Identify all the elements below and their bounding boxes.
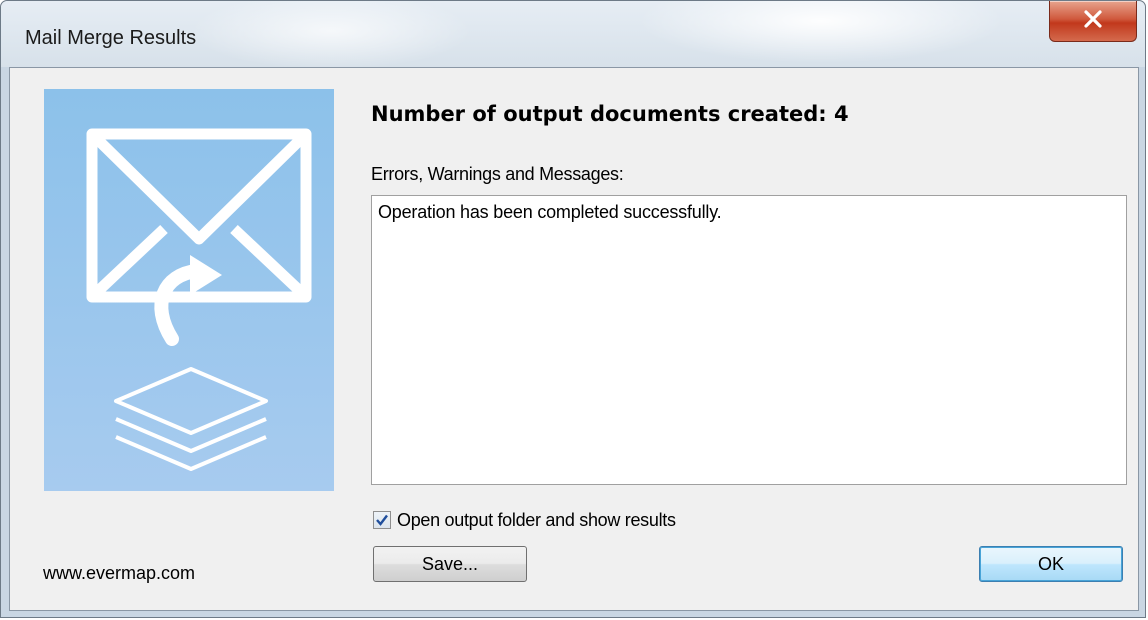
close-button[interactable] bbox=[1049, 1, 1137, 42]
title-bar[interactable]: Mail Merge Results bbox=[1, 1, 1145, 67]
ok-button[interactable]: OK bbox=[979, 546, 1123, 582]
open-folder-label[interactable]: Open output folder and show results bbox=[397, 510, 676, 531]
documents-created-heading: Number of output documents created: 4 bbox=[371, 102, 849, 126]
messages-text: Operation has been completed successfull… bbox=[378, 202, 722, 222]
mail-merge-results-window: Mail Merge Results Number of output docu… bbox=[0, 0, 1146, 618]
open-folder-option[interactable]: Open output folder and show results bbox=[373, 509, 676, 531]
save-button[interactable]: Save... bbox=[373, 546, 527, 582]
side-illustration bbox=[44, 89, 334, 491]
layers-icon bbox=[114, 367, 268, 471]
website-link: www.evermap.com bbox=[43, 563, 196, 583]
dialog-content: Number of output documents created: 4 Er… bbox=[9, 67, 1139, 611]
checkmark-icon bbox=[376, 514, 388, 526]
messages-textbox[interactable]: Operation has been completed successfull… bbox=[371, 195, 1127, 485]
window-title: Mail Merge Results bbox=[25, 27, 197, 49]
messages-label: Errors, Warnings and Messages: bbox=[371, 164, 624, 184]
open-folder-checkbox[interactable] bbox=[373, 511, 391, 529]
close-icon bbox=[1083, 9, 1103, 33]
